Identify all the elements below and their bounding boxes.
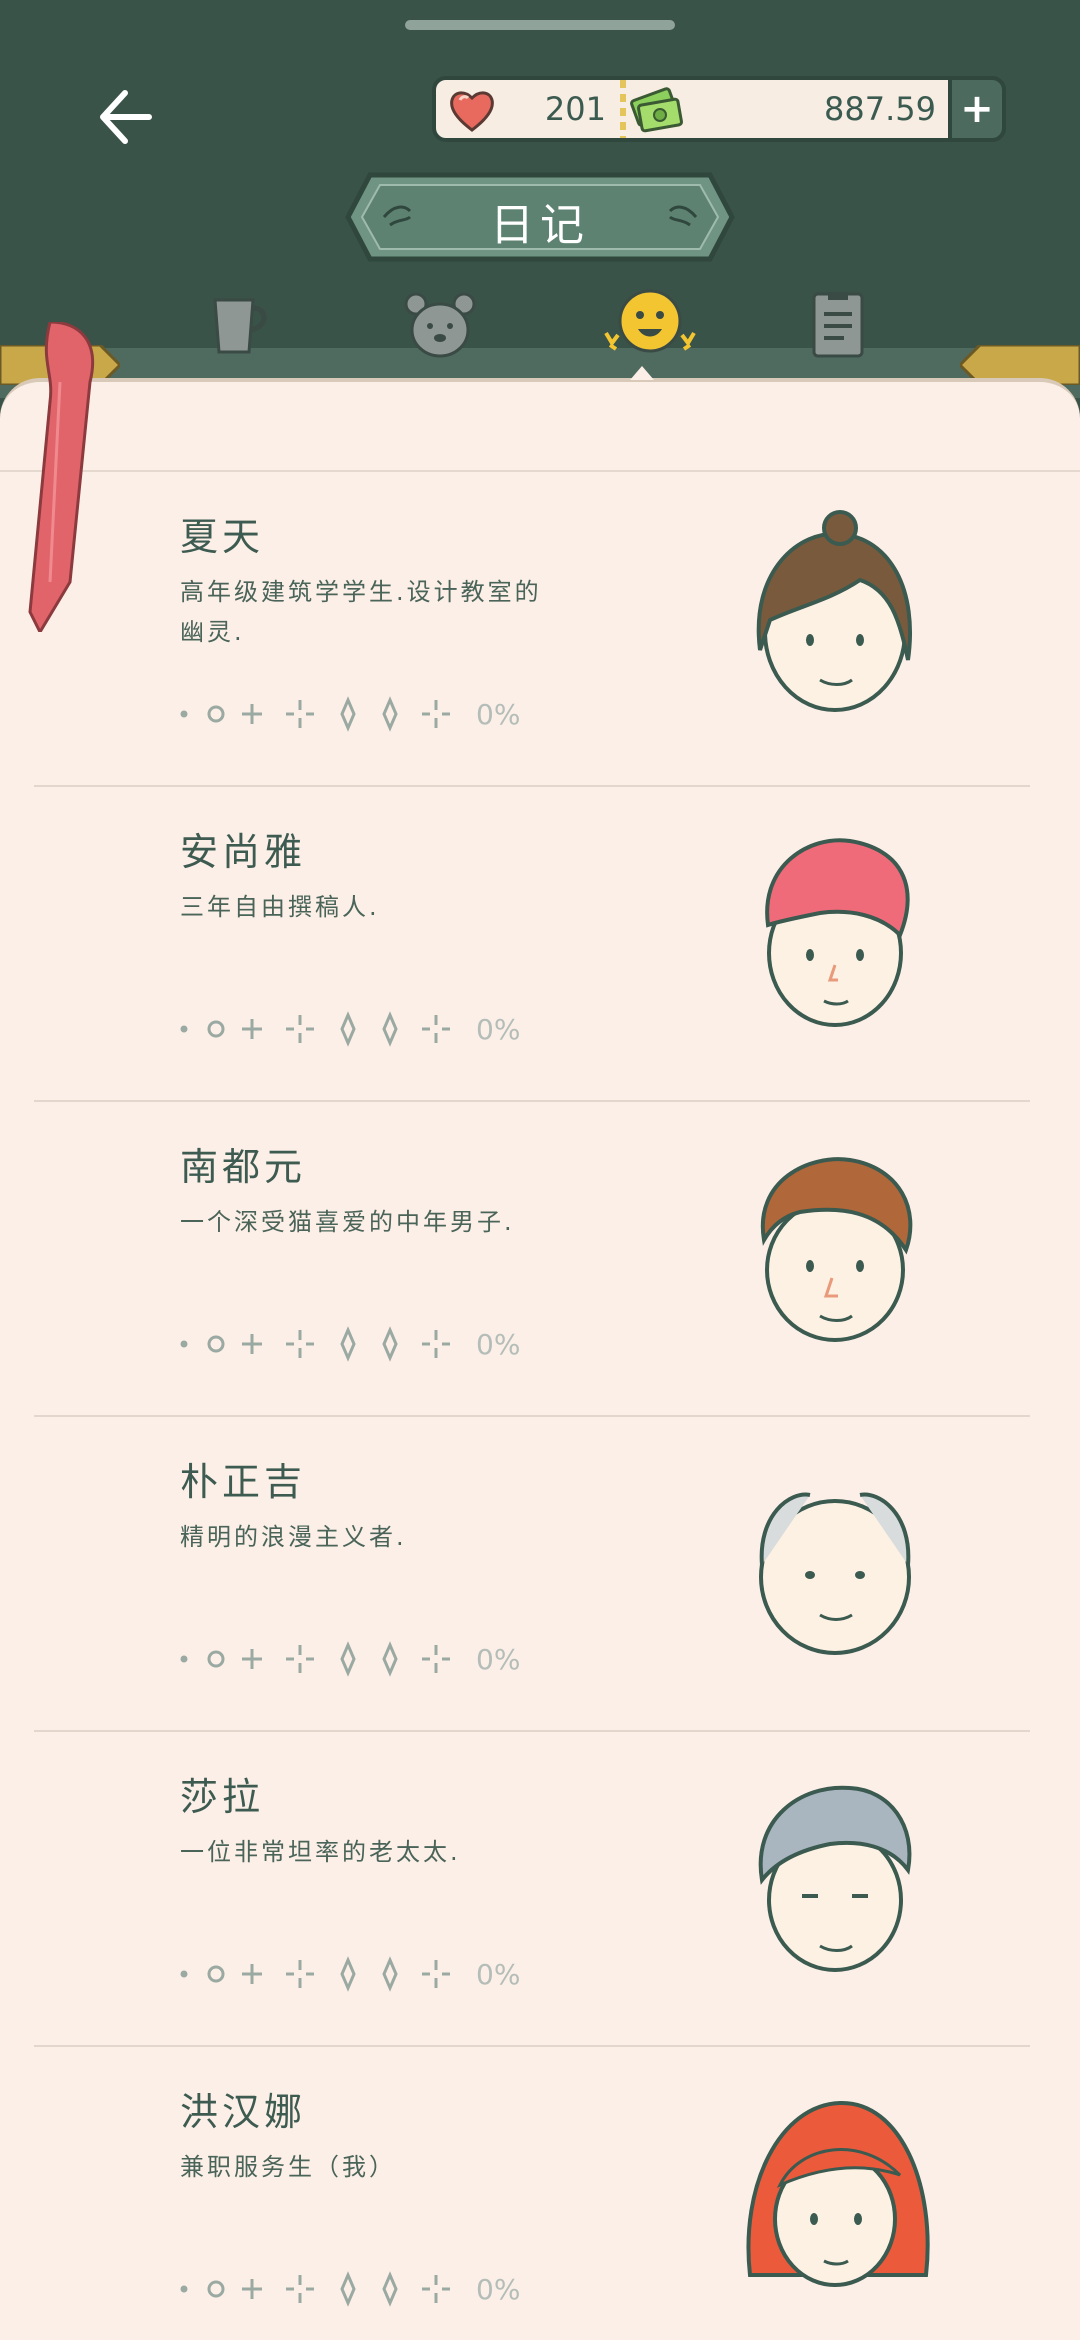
bear-icon [404,292,476,358]
character-portrait-avatar [758,1785,912,1972]
character-row-shala[interactable]: 莎拉 一位非常坦率的老太太. 0% [34,1732,1030,2047]
back-button[interactable] [90,82,160,152]
add-currency-button[interactable]: + [948,76,1006,142]
progress-percent: 0% [476,698,521,731]
character-row-anshangya[interactable]: 安尚雅 三年自由撰稿人. 0% [34,787,1030,1102]
currency-bar: 201 887.59 + [432,76,1006,142]
character-description: 兼职服务生（我） [180,2147,620,2187]
character-row-nandouyuan[interactable]: 南都元 一个深受猫喜爱的中年男子. 0% [34,1102,1030,1417]
progress-percent: 0% [476,2273,521,2306]
character-description: 高年级建筑学学生.设计教室的 幽灵. [180,572,620,652]
progress-percent: 0% [476,1328,521,1361]
active-tab-pointer [630,366,654,380]
character-name: 莎拉 [180,1775,265,1819]
tab-bear[interactable] [400,285,480,365]
character-portrait-avatar [760,1157,913,1342]
tab-notes[interactable] [798,285,878,365]
progress-stars [180,1011,450,1047]
diary-page: 夏天 高年级建筑学学生.设计教室的 幽灵. 0% 安尚雅 三年自由撰稿人. 0%… [0,378,1080,2340]
character-portrait-avatar [756,510,913,712]
character-description-line1: 兼职服务生（我） [180,2153,396,2181]
category-tabs [0,285,1080,375]
progress-percent: 0% [476,1958,521,1991]
progress-stars [180,1641,450,1677]
smiley-icon [604,289,696,353]
progress-stars [180,696,450,732]
progress-percent: 0% [476,1643,521,1676]
character-row-puzhengji[interactable]: 朴正吉 精明的浪漫主义者. 0% [34,1417,1030,1732]
hearts-count: 201 [544,90,606,128]
notes-icon [812,292,864,358]
title-banner: 日记 [340,165,740,269]
cup-icon [213,298,267,354]
heart-icon [450,91,494,132]
character-portrait-avatar [759,1492,911,1655]
progress-stars [180,2271,450,2307]
character-portrait-avatar [765,838,910,1027]
character-description-line1: 三年自由撰稿人. [180,893,380,921]
tab-cup[interactable] [200,285,280,365]
character-row-honghanna[interactable]: 洪汉娜 兼职服务生（我） 0% [34,2047,1030,2340]
character-portrait-avatar [746,2100,930,2287]
character-description-line1: 一位非常坦率的老太太. [180,1838,461,1866]
character-description: 一位非常坦率的老太太. [180,1832,620,1872]
money-icon [630,87,683,133]
currency-divider [620,80,626,138]
character-name: 夏天 [180,515,265,559]
character-description-line1: 精明的浪漫主义者. [180,1523,407,1551]
status-bar-handle [405,20,675,30]
character-description-line1: 一个深受猫喜爱的中年男子. [180,1208,515,1236]
back-arrow-icon [100,90,152,144]
progress-stars [180,1956,450,1992]
bookmark-ribbon [28,322,95,632]
money-amount: 887.59 [824,90,936,128]
character-row-xiatian[interactable]: 夏天 高年级建筑学学生.设计教室的 幽灵. 0% [34,472,1030,787]
character-description-line1: 高年级建筑学学生.设计教室的 [180,578,542,606]
page-title: 日记 [490,200,590,251]
character-description-line2: 幽灵. [180,618,245,646]
tab-smiley[interactable] [600,285,700,365]
character-description: 一个深受猫喜爱的中年男子. [180,1202,620,1242]
character-name: 南都元 [180,1145,307,1189]
progress-percent: 0% [476,1013,521,1046]
character-name: 安尚雅 [180,830,307,874]
character-name: 朴正吉 [180,1460,307,1504]
progress-stars [180,1326,450,1362]
character-description: 三年自由撰稿人. [180,887,620,927]
character-description: 精明的浪漫主义者. [180,1517,620,1557]
character-name: 洪汉娜 [180,2090,307,2134]
